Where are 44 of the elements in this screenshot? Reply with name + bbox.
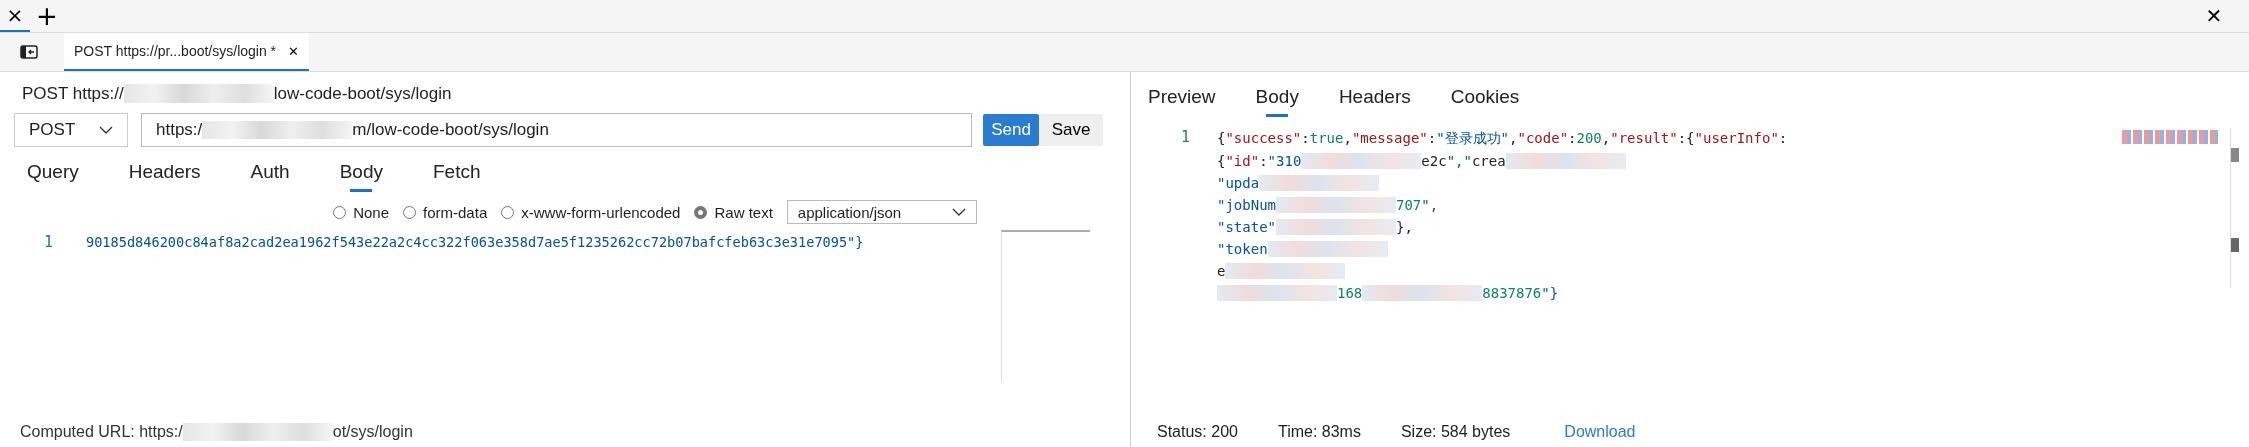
code-text: "jobNum (1217, 197, 1276, 213)
code-text: {"id":"310 (1217, 153, 1302, 169)
code-text: 707", (1396, 197, 1439, 213)
send-button[interactable]: Send (983, 114, 1039, 146)
download-link[interactable]: Download (1564, 423, 1636, 441)
request-title: POST https:// low-code-boot/sys/login (21, 83, 453, 105)
new-tab-button[interactable]: + (30, 0, 64, 32)
code-text: {"success":true,"message":"登录成功","code":200,"result":{"userInfo": (1217, 130, 1788, 148)
content-type-select[interactable]: application/json (786, 200, 977, 224)
tab[interactable]: Headers (1325, 77, 1424, 117)
request-tab[interactable]: POST https://pr...boot/sys/login * ✕ (64, 33, 310, 71)
code-text: 8837876"} (1482, 285, 1559, 301)
line-number: 1 (43, 233, 55, 251)
caret-icon (99, 126, 113, 134)
size-text: Size: 584 bytes (1400, 423, 1511, 441)
save-button[interactable]: Save (1039, 114, 1103, 146)
computed-url: Computed URL: https:/ ot/sys/login (19, 423, 414, 443)
close-tab-button[interactable]: ✕ (288, 43, 300, 59)
caret-icon (951, 208, 966, 216)
radio-option[interactable]: Raw text (694, 203, 773, 221)
status-text: Status: 200 (1157, 423, 1238, 441)
radio-option[interactable]: x-www-form-urlencoded (501, 203, 681, 221)
close-button[interactable]: ✕ (2194, 4, 2234, 28)
radio-option[interactable]: form-data (403, 203, 488, 221)
tab[interactable]: Query (14, 152, 92, 192)
code-text: "token (1217, 241, 1268, 257)
code-text: 168 (1337, 285, 1363, 301)
time-text: Time: 83ms (1277, 423, 1361, 441)
tab[interactable]: Auth (237, 152, 303, 192)
code-text: "state" (1217, 219, 1276, 235)
sidebar-toggle-icon[interactable] (20, 45, 38, 59)
method-select[interactable]: POST (14, 113, 128, 147)
code-line: 90185d846200c84af8a2cad2ea1962f543e22a2c4cc322f063e358d7ae5f1235262cc72b07bafcfeb63c3e31e7095"} (86, 234, 864, 250)
code-text: }, (1396, 219, 1413, 235)
tab[interactable]: Cookies (1437, 77, 1533, 117)
tab[interactable]: Headers (115, 152, 214, 192)
tab[interactable]: Preview (1135, 77, 1229, 117)
radio-option[interactable]: None (333, 203, 390, 221)
code-text: e2c","crea (1421, 153, 1506, 169)
code-text: e (1217, 263, 1226, 279)
code-text: "upda (1217, 175, 1260, 191)
tab[interactable]: Fetch (420, 152, 494, 192)
url-field[interactable]: https:/ m/low-code-boot/sys/login (141, 113, 972, 147)
line-number: 1 (1180, 128, 1192, 148)
